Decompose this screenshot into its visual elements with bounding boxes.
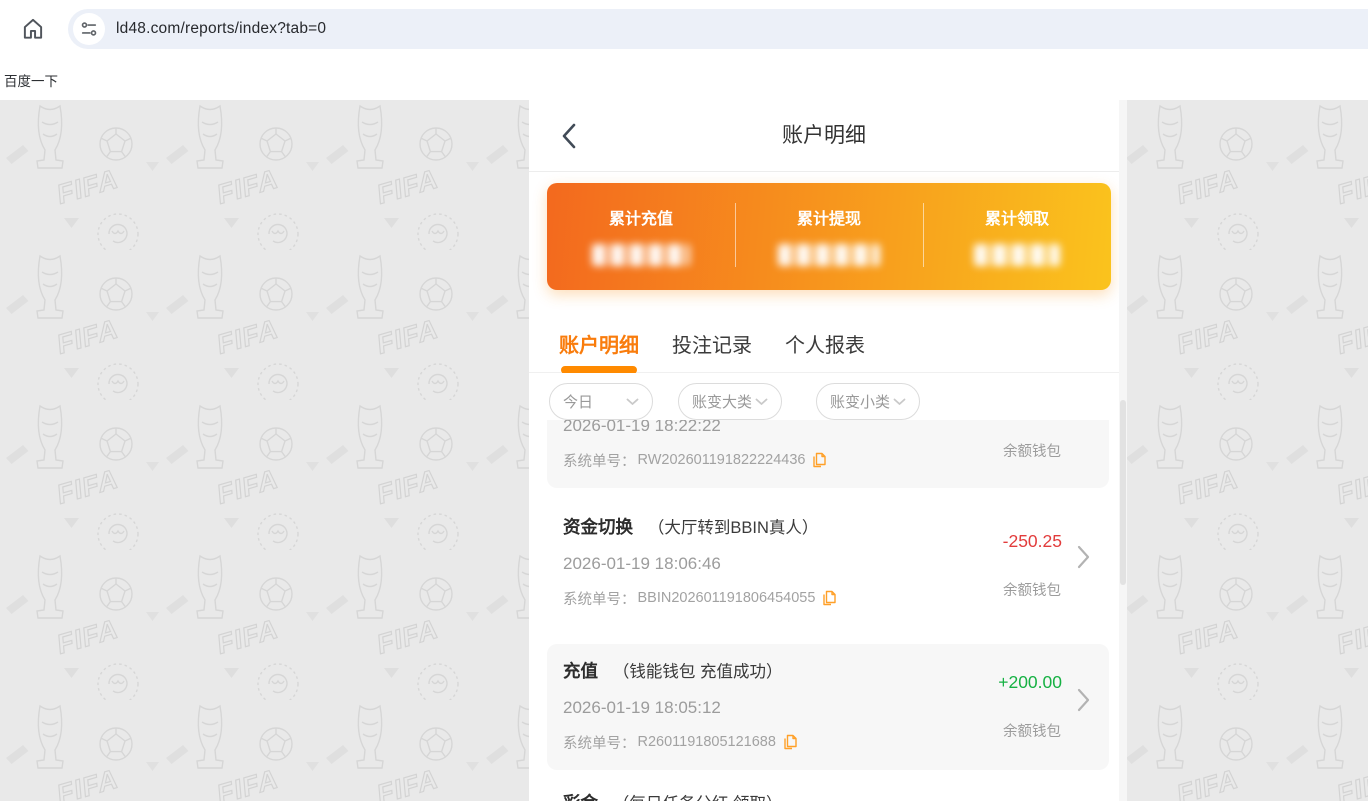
transaction-row[interactable]: 资金切换 （大厅转到BBIN真人） 2026-01-19 18:06:46 系统…	[529, 488, 1127, 626]
back-icon[interactable]	[561, 123, 577, 149]
account-detail-panel: 账户明细 累计充值 累计提现 累计领取 账户明细	[529, 100, 1127, 801]
scrollbar-thumb[interactable]	[1120, 400, 1126, 585]
transaction-note: （大厅转到BBIN真人）	[648, 519, 819, 537]
transaction-type: 彩金	[563, 793, 598, 801]
filter-date-dropdown[interactable]: 今日	[549, 383, 653, 420]
summary-card: 累计充值 累计提现 累计领取	[547, 183, 1111, 290]
bookmarks-bar: 百度一下	[0, 58, 1368, 100]
transaction-date: 2026-01-19 18:06:46	[563, 552, 1093, 576]
tab-label: 个人报表	[785, 335, 865, 357]
transaction-amount: -250.25	[1003, 531, 1062, 552]
order-number: RW202601191822224436	[638, 452, 806, 468]
wallet-label: 余额钱包	[1003, 440, 1061, 461]
transaction-note: （钱能钱包 充值成功）	[613, 663, 783, 681]
masked-value	[592, 244, 690, 266]
masked-value	[974, 244, 1060, 266]
chevron-right-icon[interactable]	[1077, 688, 1090, 717]
app-header: 账户明细	[529, 100, 1127, 172]
chevron-right-icon[interactable]	[1077, 545, 1090, 574]
chevron-down-icon	[893, 398, 906, 406]
masked-value	[778, 244, 880, 266]
home-icon[interactable]	[20, 16, 46, 42]
transaction-date: 2026-01-19 18:22:22	[563, 420, 1093, 438]
filter-minor-type-dropdown[interactable]: 账变小类	[816, 383, 920, 420]
summary-label: 累计领取	[923, 205, 1111, 229]
wallet-label: 余额钱包	[1003, 579, 1061, 600]
copy-icon[interactable]	[812, 452, 826, 468]
order-prefix: 系统单号：	[563, 450, 636, 471]
url-text[interactable]: ld48.com/reports/index?tab=0	[116, 9, 326, 49]
transaction-amount: +200.00	[998, 672, 1062, 693]
bookmark-baidu[interactable]: 百度一下	[4, 70, 58, 90]
chevron-down-icon	[755, 398, 768, 406]
summary-total-withdraw: 累计提现	[735, 183, 923, 290]
transaction-type: 充值	[563, 661, 598, 681]
summary-total-deposit: 累计充值	[547, 183, 735, 290]
scrollbar-track[interactable]	[1119, 100, 1127, 801]
filter-major-type-dropdown[interactable]: 账变大类	[678, 383, 782, 420]
order-prefix: 系统单号：	[563, 588, 636, 609]
summary-total-claim: 累计领取	[923, 183, 1111, 290]
tab-label: 账户明细	[559, 335, 639, 357]
order-number: R2601191805121688	[638, 734, 776, 750]
transaction-note: （每日任务分红 领取）	[613, 795, 783, 801]
transaction-type: 资金切换	[563, 517, 633, 537]
transaction-row[interactable]: 彩金 （每日任务分红 领取）	[529, 770, 1127, 801]
summary-label: 累计提现	[735, 205, 923, 229]
chevron-down-icon	[626, 398, 639, 406]
order-number: BBIN202601191806454055	[638, 590, 816, 606]
filter-label: 账变小类	[830, 391, 890, 412]
filter-bar: 今日 账变大类 账变小类	[529, 373, 1119, 420]
copy-icon[interactable]	[783, 734, 797, 750]
tab-bet-records[interactable]: 投注记录	[672, 329, 752, 358]
order-prefix: 系统单号：	[563, 732, 636, 753]
tab-personal-report[interactable]: 个人报表	[785, 329, 865, 358]
tab-bar: 账户明细 投注记录 个人报表	[529, 315, 1119, 373]
address-bar[interactable]: ld48.com/reports/index?tab=0	[68, 9, 1368, 49]
transaction-row[interactable]: 充值 （钱能钱包 充值成功） 2026-01-19 18:05:12 系统单号：…	[547, 644, 1109, 770]
transaction-date: 2026-01-19 18:05:12	[563, 696, 1093, 720]
filter-label: 账变大类	[692, 391, 752, 412]
page-background: FIFA 账户明细 累计充值 累计提现	[0, 100, 1368, 801]
tab-label: 投注记录	[672, 335, 752, 357]
tab-account-detail[interactable]: 账户明细	[559, 329, 639, 358]
wallet-label: 余额钱包	[1003, 720, 1061, 741]
transaction-row[interactable]: 2026-01-19 18:22:22 系统单号： RW202601191822…	[547, 420, 1109, 488]
transaction-list: 2026-01-19 18:22:22 系统单号： RW202601191822…	[529, 420, 1127, 801]
site-info-icon[interactable]	[73, 13, 105, 45]
copy-icon[interactable]	[822, 590, 836, 606]
transaction-title-row: 彩金 （每日任务分红 领取）	[563, 790, 1093, 801]
filter-label: 今日	[563, 391, 593, 412]
browser-toolbar: ld48.com/reports/index?tab=0	[0, 0, 1368, 58]
page-title: 账户明细	[529, 100, 1119, 172]
summary-label: 累计充值	[547, 205, 735, 229]
